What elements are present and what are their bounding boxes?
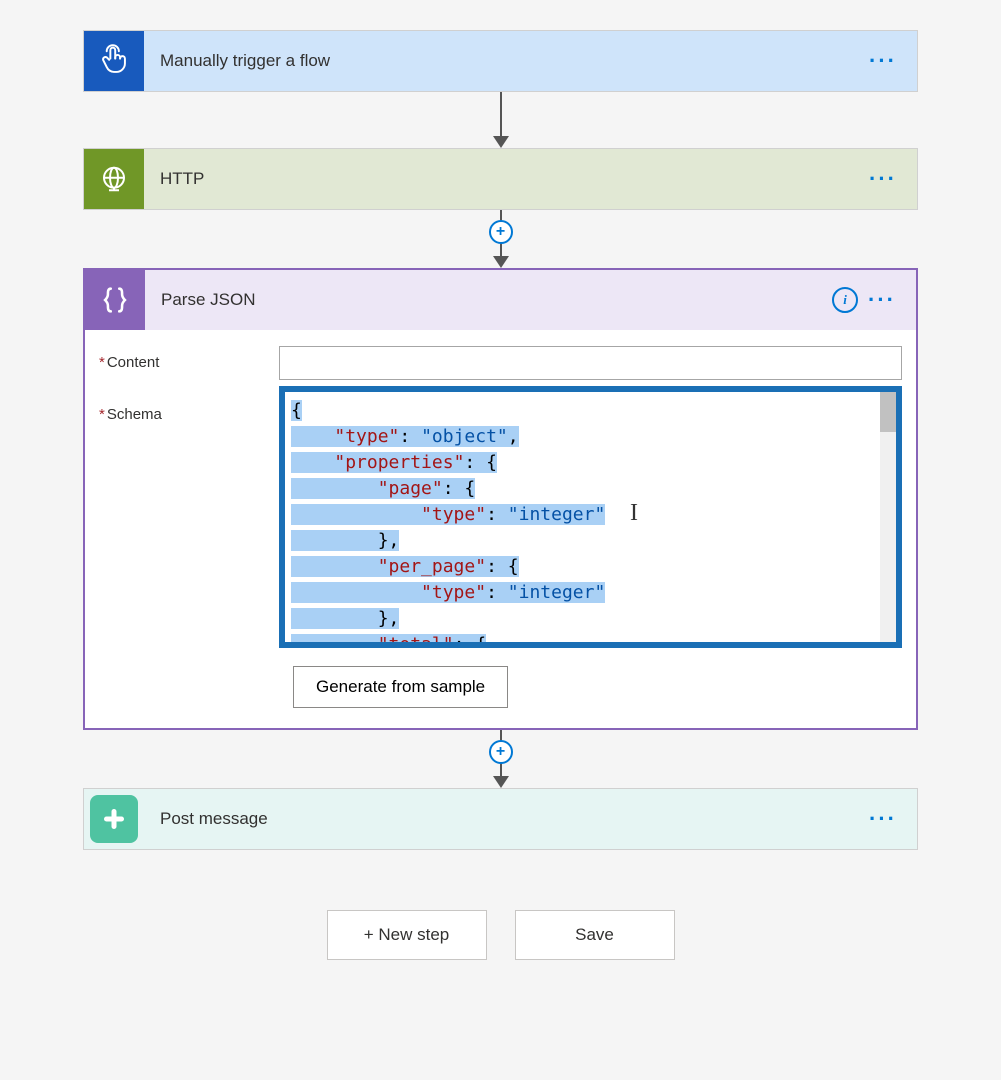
step-trigger[interactable]: Manually trigger a flow ··· — [83, 30, 918, 92]
schema-highlight-box: { "type": "object", "properties": { "pag… — [279, 386, 902, 648]
step-body: *Content *Schema { "type": "object", "pr… — [85, 330, 916, 728]
scrollbar-thumb[interactable] — [880, 392, 896, 432]
more-icon[interactable]: ··· — [869, 56, 897, 66]
add-step-button[interactable]: + — [489, 220, 513, 244]
connector-arrow: + — [493, 210, 509, 268]
schema-input[interactable]: { "type": "object", "properties": { "pag… — [285, 392, 896, 642]
save-button[interactable]: Save — [515, 910, 675, 960]
text-cursor-icon: I — [630, 500, 638, 527]
globe-icon — [84, 149, 144, 209]
new-step-button[interactable]: + New step — [327, 910, 487, 960]
step-header-parse-json[interactable]: Parse JSON i ··· — [85, 270, 916, 330]
info-icon[interactable]: i — [832, 287, 858, 313]
content-input[interactable] — [279, 346, 902, 380]
footer-buttons: + New step Save — [327, 910, 675, 960]
step-header-trigger[interactable]: Manually trigger a flow ··· — [84, 31, 917, 91]
more-icon[interactable]: ··· — [869, 814, 897, 824]
step-http[interactable]: HTTP ··· — [83, 148, 918, 210]
slack-icon — [90, 795, 138, 843]
content-field-row: *Content — [99, 346, 902, 380]
generate-from-sample-button[interactable]: Generate from sample — [293, 666, 508, 708]
more-icon[interactable]: ··· — [868, 295, 896, 305]
step-title: Parse JSON — [145, 290, 832, 310]
step-title: Manually trigger a flow — [144, 51, 869, 71]
flow-canvas: Manually trigger a flow ··· HTTP — [0, 0, 1001, 960]
braces-icon — [85, 270, 145, 330]
schema-field-row: *Schema { "type": "object", "properties"… — [99, 386, 902, 648]
step-parse-json: Parse JSON i ··· *Content *Schema { "typ… — [83, 268, 918, 730]
step-title: Post message — [144, 809, 869, 829]
add-step-button[interactable]: + — [489, 740, 513, 764]
content-label: *Content — [99, 346, 279, 371]
step-post-message[interactable]: Post message ··· — [83, 788, 918, 850]
step-header-post-message[interactable]: Post message ··· — [84, 789, 917, 849]
connector-arrow — [493, 92, 509, 148]
step-title: HTTP — [144, 169, 869, 189]
more-icon[interactable]: ··· — [869, 174, 897, 184]
connector-arrow: + — [493, 730, 509, 788]
schema-label: *Schema — [99, 386, 279, 648]
step-header-http[interactable]: HTTP ··· — [84, 149, 917, 209]
tap-icon — [84, 31, 144, 91]
